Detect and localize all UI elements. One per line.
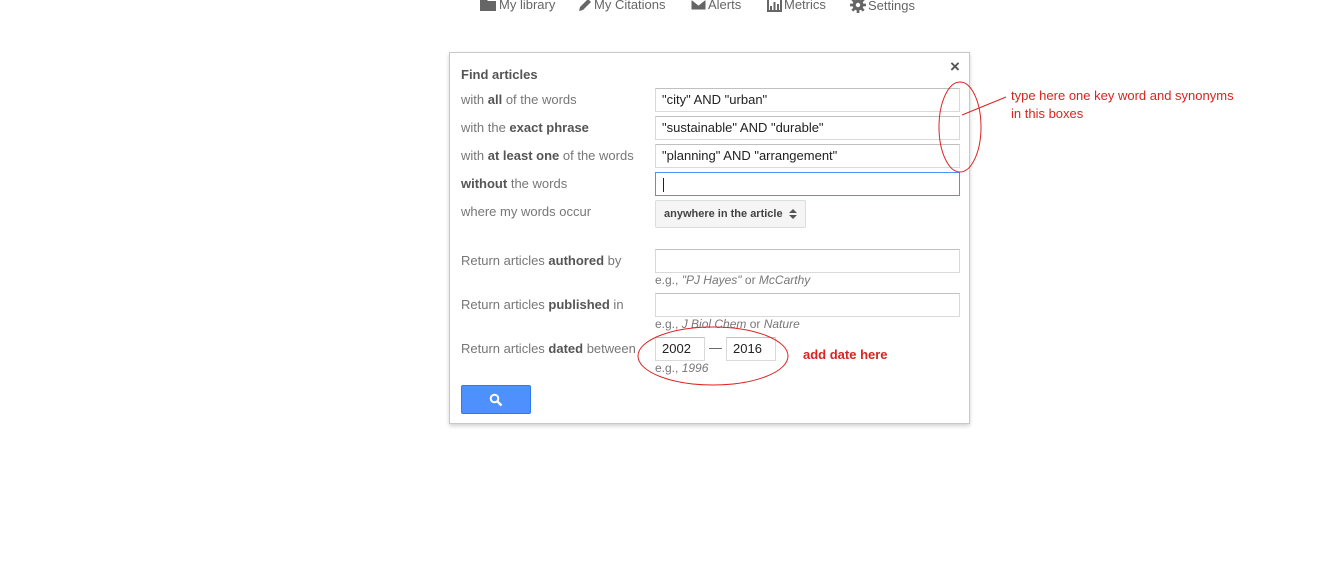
keyword-note-line1: type here one key word and synonyms xyxy=(1011,88,1234,103)
date-hint: e.g., 1996 xyxy=(655,361,709,375)
pencil-icon xyxy=(579,0,591,11)
search-icon xyxy=(489,393,503,407)
exact-phrase-input[interactable]: "sustainable" AND "durable" xyxy=(655,116,960,140)
nav-settings[interactable]: Settings xyxy=(850,0,915,13)
nav-my-citations[interactable]: My Citations xyxy=(578,0,666,12)
authored-label: Return articles authored by xyxy=(461,253,622,268)
bar-chart-icon xyxy=(767,0,782,12)
folder-icon xyxy=(480,0,496,11)
words-occur-selected: anywhere in the article xyxy=(664,208,783,220)
nav-alerts[interactable]: Alerts xyxy=(691,0,741,12)
updown-arrows-icon xyxy=(789,209,797,219)
date-to-input[interactable]: 2016 xyxy=(726,337,776,361)
published-input[interactable] xyxy=(655,293,960,317)
author-hint: e.g., "PJ Hayes" or McCarthy xyxy=(655,273,811,287)
date-from-input[interactable]: 2002 xyxy=(655,337,705,361)
without-words-label: without the words xyxy=(461,176,568,191)
keyword-note-line2: in this boxes xyxy=(1011,106,1084,121)
all-words-label: with all of the words xyxy=(461,92,577,107)
nav-alerts-label: Alerts xyxy=(708,0,742,12)
nav-my-library[interactable]: My library xyxy=(480,0,555,12)
date-range-dash: — xyxy=(709,340,722,355)
at-least-one-label: with at least one of the words xyxy=(461,148,634,163)
date-note: add date here xyxy=(803,347,888,362)
author-input[interactable] xyxy=(655,249,960,273)
nav-settings-label: Settings xyxy=(868,0,915,13)
gear-icon xyxy=(850,0,866,13)
dialog-title: Find articles xyxy=(461,67,538,82)
exact-phrase-label: with the exact phrase xyxy=(461,120,589,135)
dated-label: Return articles dated between xyxy=(461,341,636,356)
published-hint: e.g., J Biol Chem or Nature xyxy=(655,317,800,331)
nav-my-library-label: My library xyxy=(499,0,556,12)
words-occur-select[interactable]: anywhere in the article xyxy=(655,200,806,228)
words-occur-label: where my words occur xyxy=(461,204,592,219)
all-words-input[interactable]: "city" AND "urban" xyxy=(655,88,960,112)
published-label: Return articles published in xyxy=(461,297,624,312)
close-button[interactable]: × xyxy=(950,58,960,75)
without-words-input[interactable] xyxy=(655,172,960,196)
nav-metrics-label: Metrics xyxy=(784,0,826,12)
envelope-icon xyxy=(691,0,706,10)
nav-metrics[interactable]: Metrics xyxy=(767,0,826,12)
text-caret xyxy=(663,177,664,192)
nav-my-citations-label: My Citations xyxy=(594,0,666,12)
search-button[interactable] xyxy=(461,385,531,414)
at-least-one-input[interactable]: "planning" AND "arrangement" xyxy=(655,144,960,168)
